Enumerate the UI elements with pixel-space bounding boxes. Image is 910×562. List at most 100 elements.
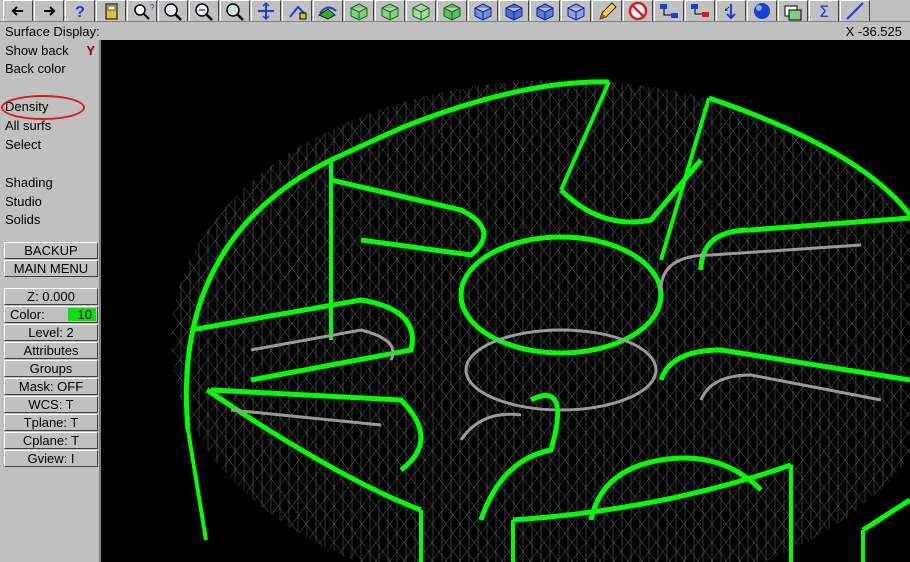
- toolbar: ?? ↙ Σ: [0, 0, 910, 22]
- help-button[interactable]: ?: [65, 0, 95, 21]
- pan-icon: [258, 1, 274, 21]
- sigma-button[interactable]: Σ: [809, 0, 839, 21]
- tree-button[interactable]: [654, 0, 684, 21]
- menu-all-surfs[interactable]: All surfs: [5, 117, 97, 135]
- status-bar: Surface Display: X -36.525: [0, 22, 910, 40]
- show-back-flag: Y: [86, 43, 95, 58]
- cube-blue-2-icon: [505, 3, 523, 21]
- zoom-window-button[interactable]: [220, 0, 250, 21]
- cube-front-icon: [381, 3, 399, 21]
- level-button[interactable]: Level: 2: [4, 324, 98, 341]
- side-wall-edge: [186, 429, 208, 541]
- pan-button[interactable]: [251, 0, 281, 21]
- menu-show-back-label: Show back: [5, 43, 69, 58]
- arrow-right-icon: [44, 6, 56, 16]
- zoom-query-button[interactable]: ?: [127, 0, 157, 21]
- arrow-down-icon: ↙: [724, 4, 736, 20]
- cube-side-icon: [412, 3, 430, 21]
- sphere-button[interactable]: [747, 0, 777, 21]
- cube-iso-icon: [443, 3, 461, 21]
- arrow-right-button[interactable]: [34, 0, 64, 21]
- prompt-title: Surface Display:: [5, 23, 100, 39]
- cube-side-button[interactable]: [406, 0, 436, 21]
- cube-front-button[interactable]: [375, 0, 405, 21]
- svg-text:↙: ↙: [724, 4, 731, 13]
- pocket-inner-edge: [699, 373, 882, 402]
- rotate-icon: [318, 6, 337, 20]
- mask-button[interactable]: Mask: OFF: [4, 378, 98, 395]
- cplane-button[interactable]: Cplane: T: [4, 432, 98, 449]
- menu-studio[interactable]: Studio: [5, 193, 97, 211]
- mesh-hatching: [171, 80, 910, 562]
- no-entry-icon: [628, 1, 648, 21]
- line-button[interactable]: [840, 0, 870, 21]
- svg-text:?: ?: [150, 3, 155, 12]
- menu-back-color-label: Back color: [5, 61, 66, 76]
- zoom-out-icon: [195, 3, 213, 21]
- wireframe-model: [171, 79, 910, 562]
- arrow-left-icon: [11, 6, 23, 16]
- gview-button[interactable]: Gview: I: [4, 450, 98, 467]
- pencil-button[interactable]: [592, 0, 622, 21]
- color-button[interactable]: Color: 10: [4, 306, 98, 323]
- menu-studio-label: Studio: [5, 194, 42, 209]
- cube-blue-4-button[interactable]: [561, 0, 591, 21]
- disc-lower-edge: [861, 497, 910, 533]
- menu-back-color[interactable]: Back color: [5, 60, 97, 78]
- main-menu-button[interactable]: MAIN MENU: [4, 260, 98, 277]
- side-menu: Show back Y Back color Density All surfs…: [0, 40, 101, 562]
- pocket-edge: [330, 177, 487, 258]
- cube-top-icon: [350, 3, 368, 21]
- cube-blue-2-button[interactable]: [499, 0, 529, 21]
- z-depth-button[interactable]: Z: 0.000: [4, 288, 98, 305]
- pencil-icon: [599, 2, 617, 20]
- arrow-left-button[interactable]: [3, 0, 33, 21]
- no-entry-button[interactable]: [623, 0, 653, 21]
- menu-show-back[interactable]: Show back Y: [5, 42, 97, 60]
- help-icon: ?: [75, 4, 85, 21]
- cube-blue-4-icon: [567, 3, 585, 21]
- graphics-viewport[interactable]: [101, 40, 910, 562]
- menu-shading-label: Shading: [5, 175, 53, 190]
- cube-blue-3-icon: [536, 3, 554, 21]
- sphere-icon: [754, 3, 770, 19]
- wcs-button[interactable]: WCS: T: [4, 396, 98, 413]
- menu-select[interactable]: Select: [5, 136, 97, 154]
- layer-icon: [784, 5, 802, 21]
- cube-blue-1-icon: [474, 3, 492, 21]
- color-label: Color:: [10, 307, 45, 322]
- menu-all-surfs-label: All surfs: [5, 118, 52, 133]
- cube-iso-button[interactable]: [437, 0, 467, 21]
- tree-multi-button[interactable]: [685, 0, 715, 21]
- tree-multi-icon: [691, 4, 709, 17]
- menu-shading[interactable]: Shading: [5, 174, 97, 192]
- calculator-button[interactable]: [96, 0, 126, 21]
- rotate-button[interactable]: [313, 0, 343, 21]
- sigma-icon: Σ: [819, 2, 829, 21]
- menu-solids[interactable]: Solids: [5, 211, 97, 229]
- arrow-down-button[interactable]: ↙: [716, 0, 746, 21]
- cube-top-button[interactable]: [344, 0, 374, 21]
- menu-solids-label: Solids: [5, 212, 41, 227]
- zoom-query-icon: ?: [134, 3, 155, 20]
- backup-button[interactable]: BACKUP: [4, 242, 98, 259]
- coordinate-readout: X -36.525: [845, 23, 902, 39]
- zoom-button[interactable]: [158, 0, 188, 21]
- line-icon: [846, 2, 864, 20]
- svg-text:Σ: Σ: [819, 2, 829, 21]
- analyze-button[interactable]: [282, 0, 312, 21]
- svg-text:?: ?: [75, 4, 85, 21]
- calculator-icon: [105, 3, 118, 20]
- attributes-button[interactable]: Attributes: [4, 342, 98, 359]
- zoom-icon: [164, 3, 182, 21]
- menu-select-label: Select: [5, 137, 42, 152]
- layer-button[interactable]: [778, 0, 808, 21]
- pocket-inner-edge: [459, 412, 522, 441]
- zoom-out-button[interactable]: [189, 0, 219, 21]
- pocket-edge: [658, 347, 910, 383]
- tplane-button[interactable]: Tplane: T: [4, 414, 98, 431]
- cube-blue-3-button[interactable]: [530, 0, 560, 21]
- cube-blue-1-button[interactable]: [468, 0, 498, 21]
- color-swatch: 10: [68, 308, 96, 321]
- groups-button[interactable]: Groups: [4, 360, 98, 377]
